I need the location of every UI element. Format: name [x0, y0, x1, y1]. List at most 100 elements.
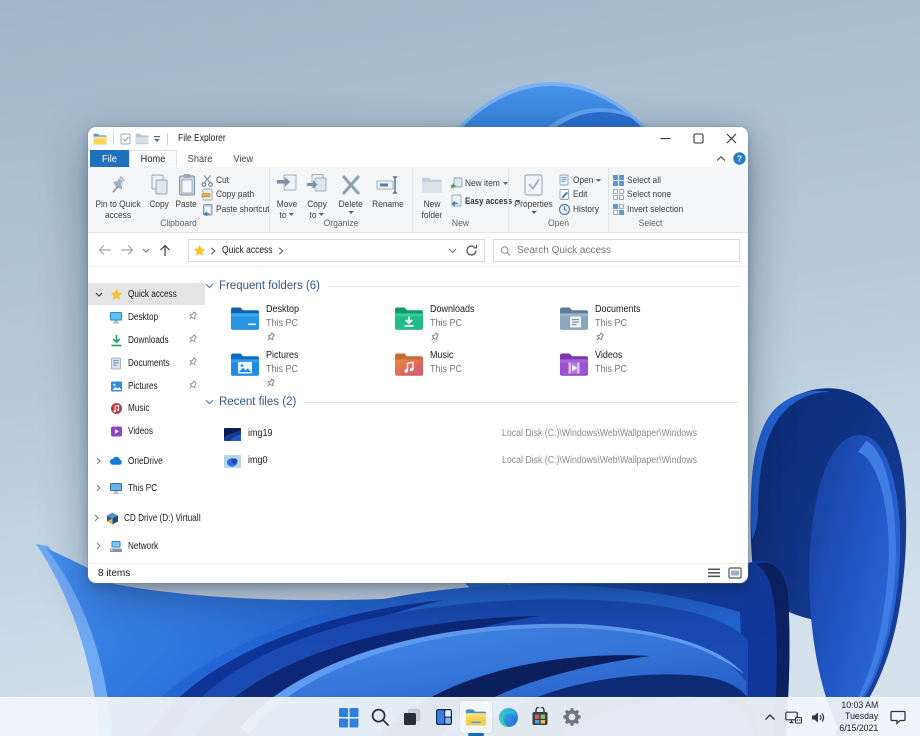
open-button[interactable]: Open: [557, 173, 606, 188]
maximize-button[interactable]: [682, 127, 715, 150]
minimize-button[interactable]: [649, 127, 682, 150]
titlebar[interactable]: File Explorer: [88, 127, 748, 150]
sidebar-item-this-pc[interactable]: This PC: [88, 477, 205, 499]
search-box[interactable]: [493, 239, 740, 262]
back-button[interactable]: [94, 239, 116, 261]
copy-path-button[interactable]: Copy path: [200, 188, 278, 203]
file-thumbnail: [224, 455, 241, 468]
recent-files-header[interactable]: Recent files (2): [205, 394, 748, 410]
copy-to-button[interactable]: Copy to: [302, 170, 332, 221]
paste-shortcut-button[interactable]: Paste shortcut: [200, 202, 278, 217]
sidebar-item-documents[interactable]: Documents: [88, 352, 205, 374]
settings-button[interactable]: [556, 701, 588, 733]
chevron-right-icon[interactable]: [94, 484, 103, 492]
folder-tile-documents[interactable]: Documents This PC: [559, 304, 719, 346]
recent-file-row[interactable]: img19 Local Disk (C:)\Windows\Web\Wallpa…: [205, 425, 748, 449]
recent-file-row[interactable]: img0 Local Disk (C:)\Windows\Web\Wallpap…: [205, 452, 748, 476]
history-button[interactable]: History: [557, 202, 606, 217]
store-button[interactable]: [524, 701, 556, 733]
help-icon[interactable]: ?: [733, 152, 746, 165]
folder-icon[interactable]: [135, 133, 149, 145]
address-bar[interactable]: Quick access: [188, 239, 485, 262]
breadcrumb-chevron-icon[interactable]: [210, 246, 216, 255]
caption-buttons: [649, 127, 748, 150]
paste-button[interactable]: Paste: [173, 170, 200, 211]
search-button[interactable]: [364, 701, 396, 733]
address-dropdown-icon[interactable]: [448, 248, 457, 254]
rename-icon: [376, 172, 400, 198]
thumbnail-view-icon[interactable]: [728, 566, 742, 580]
edge-button[interactable]: [492, 701, 524, 733]
pin-to-quick-access-button[interactable]: Pin to Quick access: [90, 170, 146, 221]
invert-selection-button[interactable]: Invert selection: [611, 202, 692, 217]
folder-tile-music[interactable]: Music This PC: [394, 350, 554, 392]
chevron-right-icon[interactable]: [94, 542, 103, 550]
delete-button[interactable]: Delete: [332, 170, 369, 214]
up-button[interactable]: [154, 239, 176, 261]
chevron-down-icon[interactable]: [94, 292, 103, 297]
close-button[interactable]: [715, 127, 748, 150]
sidebar-item-pictures[interactable]: Pictures: [88, 375, 205, 397]
cut-button[interactable]: Cut: [200, 173, 278, 188]
move-to-button[interactable]: Move to: [272, 170, 302, 221]
recent-locations-dropdown[interactable]: [138, 239, 154, 261]
properties-button[interactable]: Properties: [511, 170, 557, 214]
forward-button[interactable]: [116, 239, 138, 261]
sidebar-item-music[interactable]: Music: [88, 398, 205, 420]
sidebar-item-downloads[interactable]: Downloads: [88, 329, 205, 351]
task-view-button[interactable]: [396, 701, 428, 733]
start-button[interactable]: [332, 701, 364, 733]
downloads-icon: [109, 333, 123, 347]
sidebar-item-quick-access[interactable]: Quick access: [88, 283, 205, 305]
hidden-icons-chevron[interactable]: [764, 713, 776, 721]
collapse-chevron-icon[interactable]: [205, 283, 215, 289]
select-all-button[interactable]: Select all: [611, 173, 692, 188]
group-label: Open: [548, 218, 569, 229]
folder-tile-desktop[interactable]: Desktop This PC: [230, 304, 390, 346]
folder-tile-pictures[interactable]: Pictures This PC: [230, 350, 390, 392]
breadcrumb-chevron-icon[interactable]: [278, 246, 285, 255]
edit-button[interactable]: Edit: [557, 188, 606, 203]
collapse-chevron-icon[interactable]: [205, 399, 215, 405]
toolbar-dropdown-icon[interactable]: [153, 135, 161, 143]
tab-file[interactable]: File: [90, 150, 129, 167]
file-explorer-button[interactable]: [460, 701, 492, 736]
tab-view[interactable]: View: [223, 150, 264, 167]
copy-to-icon: [306, 172, 328, 198]
rename-button[interactable]: Rename: [369, 170, 407, 211]
select-none-button[interactable]: Select none: [611, 188, 692, 203]
notifications-button[interactable]: [890, 710, 906, 725]
tab-share[interactable]: Share: [177, 150, 223, 167]
search-input[interactable]: [517, 245, 733, 256]
frequent-folders-header[interactable]: Frequent folders (6): [205, 278, 748, 294]
sidebar-item-network[interactable]: Network: [88, 535, 205, 557]
sidebar-item-videos[interactable]: Videos: [88, 420, 205, 442]
refresh-icon[interactable]: [465, 244, 478, 257]
copy-icon: [149, 172, 171, 198]
breadcrumb-item[interactable]: Quick access: [222, 245, 273, 256]
folder-tile-videos[interactable]: Videos This PC: [559, 350, 719, 392]
open-small-buttons: Open Edit History: [557, 170, 606, 217]
tab-home[interactable]: Home: [128, 150, 177, 167]
pin-icon: [595, 332, 604, 345]
sidebar-item-desktop[interactable]: Desktop: [88, 306, 205, 328]
minimize-ribbon-icon[interactable]: [716, 155, 726, 163]
open-icon: [559, 174, 569, 186]
folder-tile-downloads[interactable]: Downloads This PC: [394, 304, 554, 346]
sidebar-item-cd-drive[interactable]: CD Drive (D:) VirtualI: [88, 507, 205, 529]
music-folder-icon: [394, 351, 424, 381]
sidebar-item-onedrive[interactable]: OneDrive: [88, 450, 205, 472]
separator: [113, 132, 114, 145]
properties-check-icon[interactable]: [120, 133, 131, 145]
taskbar-clock[interactable]: 10:03 AM Tuesday 6/15/2021: [839, 700, 878, 735]
file-explorer-icon: [466, 708, 486, 725]
new-folder-button[interactable]: New folder: [415, 170, 449, 221]
copy-button[interactable]: Copy: [146, 170, 173, 211]
network-icon[interactable]: [784, 711, 802, 724]
volume-icon[interactable]: [811, 711, 826, 724]
windows-logo-icon: [338, 707, 358, 727]
chevron-right-icon[interactable]: [94, 514, 99, 522]
details-view-icon[interactable]: [707, 566, 721, 580]
widgets-button[interactable]: [428, 701, 460, 733]
chevron-right-icon[interactable]: [94, 457, 103, 465]
